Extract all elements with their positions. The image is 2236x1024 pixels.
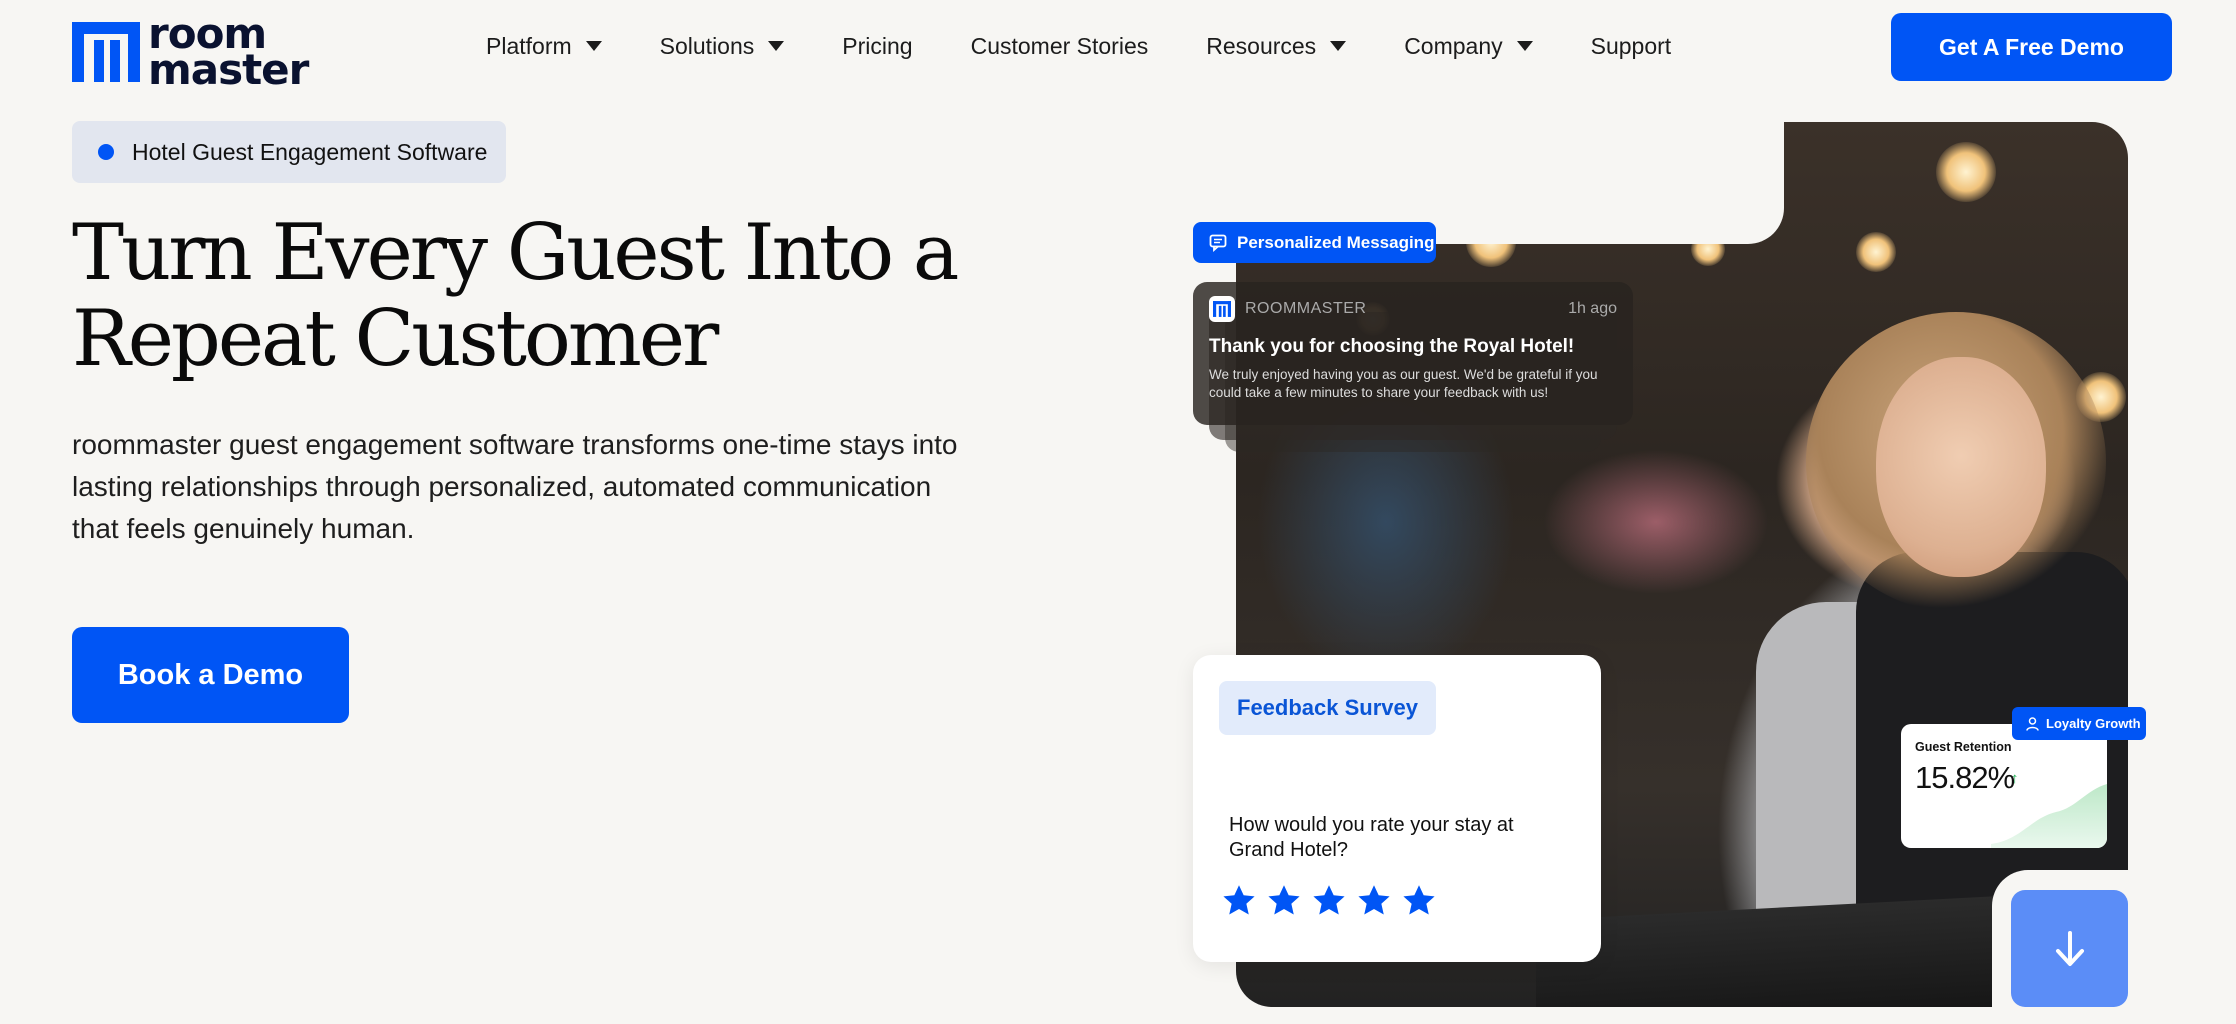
nav-platform[interactable]: Platform: [486, 26, 602, 66]
star-icon[interactable]: [1356, 883, 1392, 919]
hero-subheadline: roommaster guest engagement software tra…: [72, 429, 958, 544]
nav-label: Resources: [1206, 32, 1317, 59]
notification-time: 1h ago: [1568, 300, 1617, 317]
star-icon[interactable]: [1266, 883, 1302, 919]
category-pill: Hotel Guest Engagement Software: [72, 121, 506, 183]
nav-support[interactable]: Support: [1591, 26, 1672, 66]
retention-label: Guest Retention: [1915, 740, 2012, 754]
hero-headline: Turn Every Guest Into a Repeat Customer: [72, 210, 1052, 382]
brand-logo[interactable]: room master: [72, 13, 309, 94]
pill-label: Hotel Guest Engagement Software: [132, 138, 488, 165]
logo-mark-icon: [72, 22, 140, 82]
chevron-down-icon: [768, 41, 785, 51]
star-icon[interactable]: [1311, 883, 1347, 919]
star-icon[interactable]: [1401, 883, 1437, 919]
logo-text: room master: [148, 13, 309, 94]
tag-label: Loyalty Growth: [2046, 716, 2141, 731]
star-icon[interactable]: [1221, 883, 1257, 919]
loyalty-growth-tag: Loyalty Growth: [2012, 707, 2146, 740]
notification-body: We truly enjoyed having you as our guest…: [1209, 367, 1598, 400]
personalized-messaging-tag: Personalized Messaging: [1193, 222, 1436, 263]
guest-retention-card: Guest Retention 15.82% ↑: [1901, 724, 2107, 848]
nav-company[interactable]: Company: [1404, 26, 1533, 66]
book-demo-button[interactable]: Book a Demo: [72, 627, 349, 723]
nav-label: Pricing: [842, 32, 913, 59]
arrow-down-icon: [2055, 930, 2084, 966]
nav-label: Company: [1404, 32, 1503, 59]
app-logo-icon: [1209, 296, 1235, 322]
get-free-demo-button[interactable]: Get A Free Demo: [1891, 13, 2172, 81]
notification-card: ROOMMASTER 1h ago Thank you for choosing…: [1193, 282, 1633, 425]
chevron-down-icon: [1516, 41, 1533, 51]
nav-pricing[interactable]: Pricing: [842, 26, 912, 66]
retention-sparkline: [1991, 784, 2107, 848]
star-rating: [1221, 883, 1437, 919]
scroll-down-button[interactable]: [2011, 890, 2128, 1007]
survey-tag: Feedback Survey: [1219, 681, 1436, 735]
user-icon: [2026, 716, 2039, 731]
headline-line1: Turn Every Guest Into a: [72, 208, 959, 298]
feedback-survey-card: Feedback Survey How would you rate your …: [1193, 655, 1601, 962]
notification-title: Thank you for choosing the Royal Hotel!: [1209, 336, 1575, 357]
notification-app-name: ROOMMASTER: [1245, 300, 1367, 317]
logo-line2: master: [148, 45, 309, 94]
nav-label: Customer Stories: [970, 32, 1149, 59]
nav-label: Support: [1590, 32, 1672, 59]
chevron-down-icon: [585, 41, 602, 51]
nav-label: Solutions: [659, 32, 755, 59]
tag-label: Personalized Messaging: [1237, 232, 1435, 252]
headline-line2: Repeat Customer: [72, 294, 719, 384]
nav-customer-stories[interactable]: Customer Stories: [971, 26, 1149, 66]
survey-question: How would you rate your stay at Grand Ho…: [1229, 814, 1514, 861]
chat-bubble-icon: [1209, 234, 1227, 252]
nav-solutions[interactable]: Solutions: [660, 26, 785, 66]
dot-icon: [98, 144, 114, 160]
main-nav: Platform Solutions Pricing Customer Stor…: [486, 26, 1729, 66]
chevron-down-icon: [1330, 41, 1347, 51]
nav-label: Platform: [486, 32, 572, 59]
nav-resources[interactable]: Resources: [1206, 26, 1347, 66]
